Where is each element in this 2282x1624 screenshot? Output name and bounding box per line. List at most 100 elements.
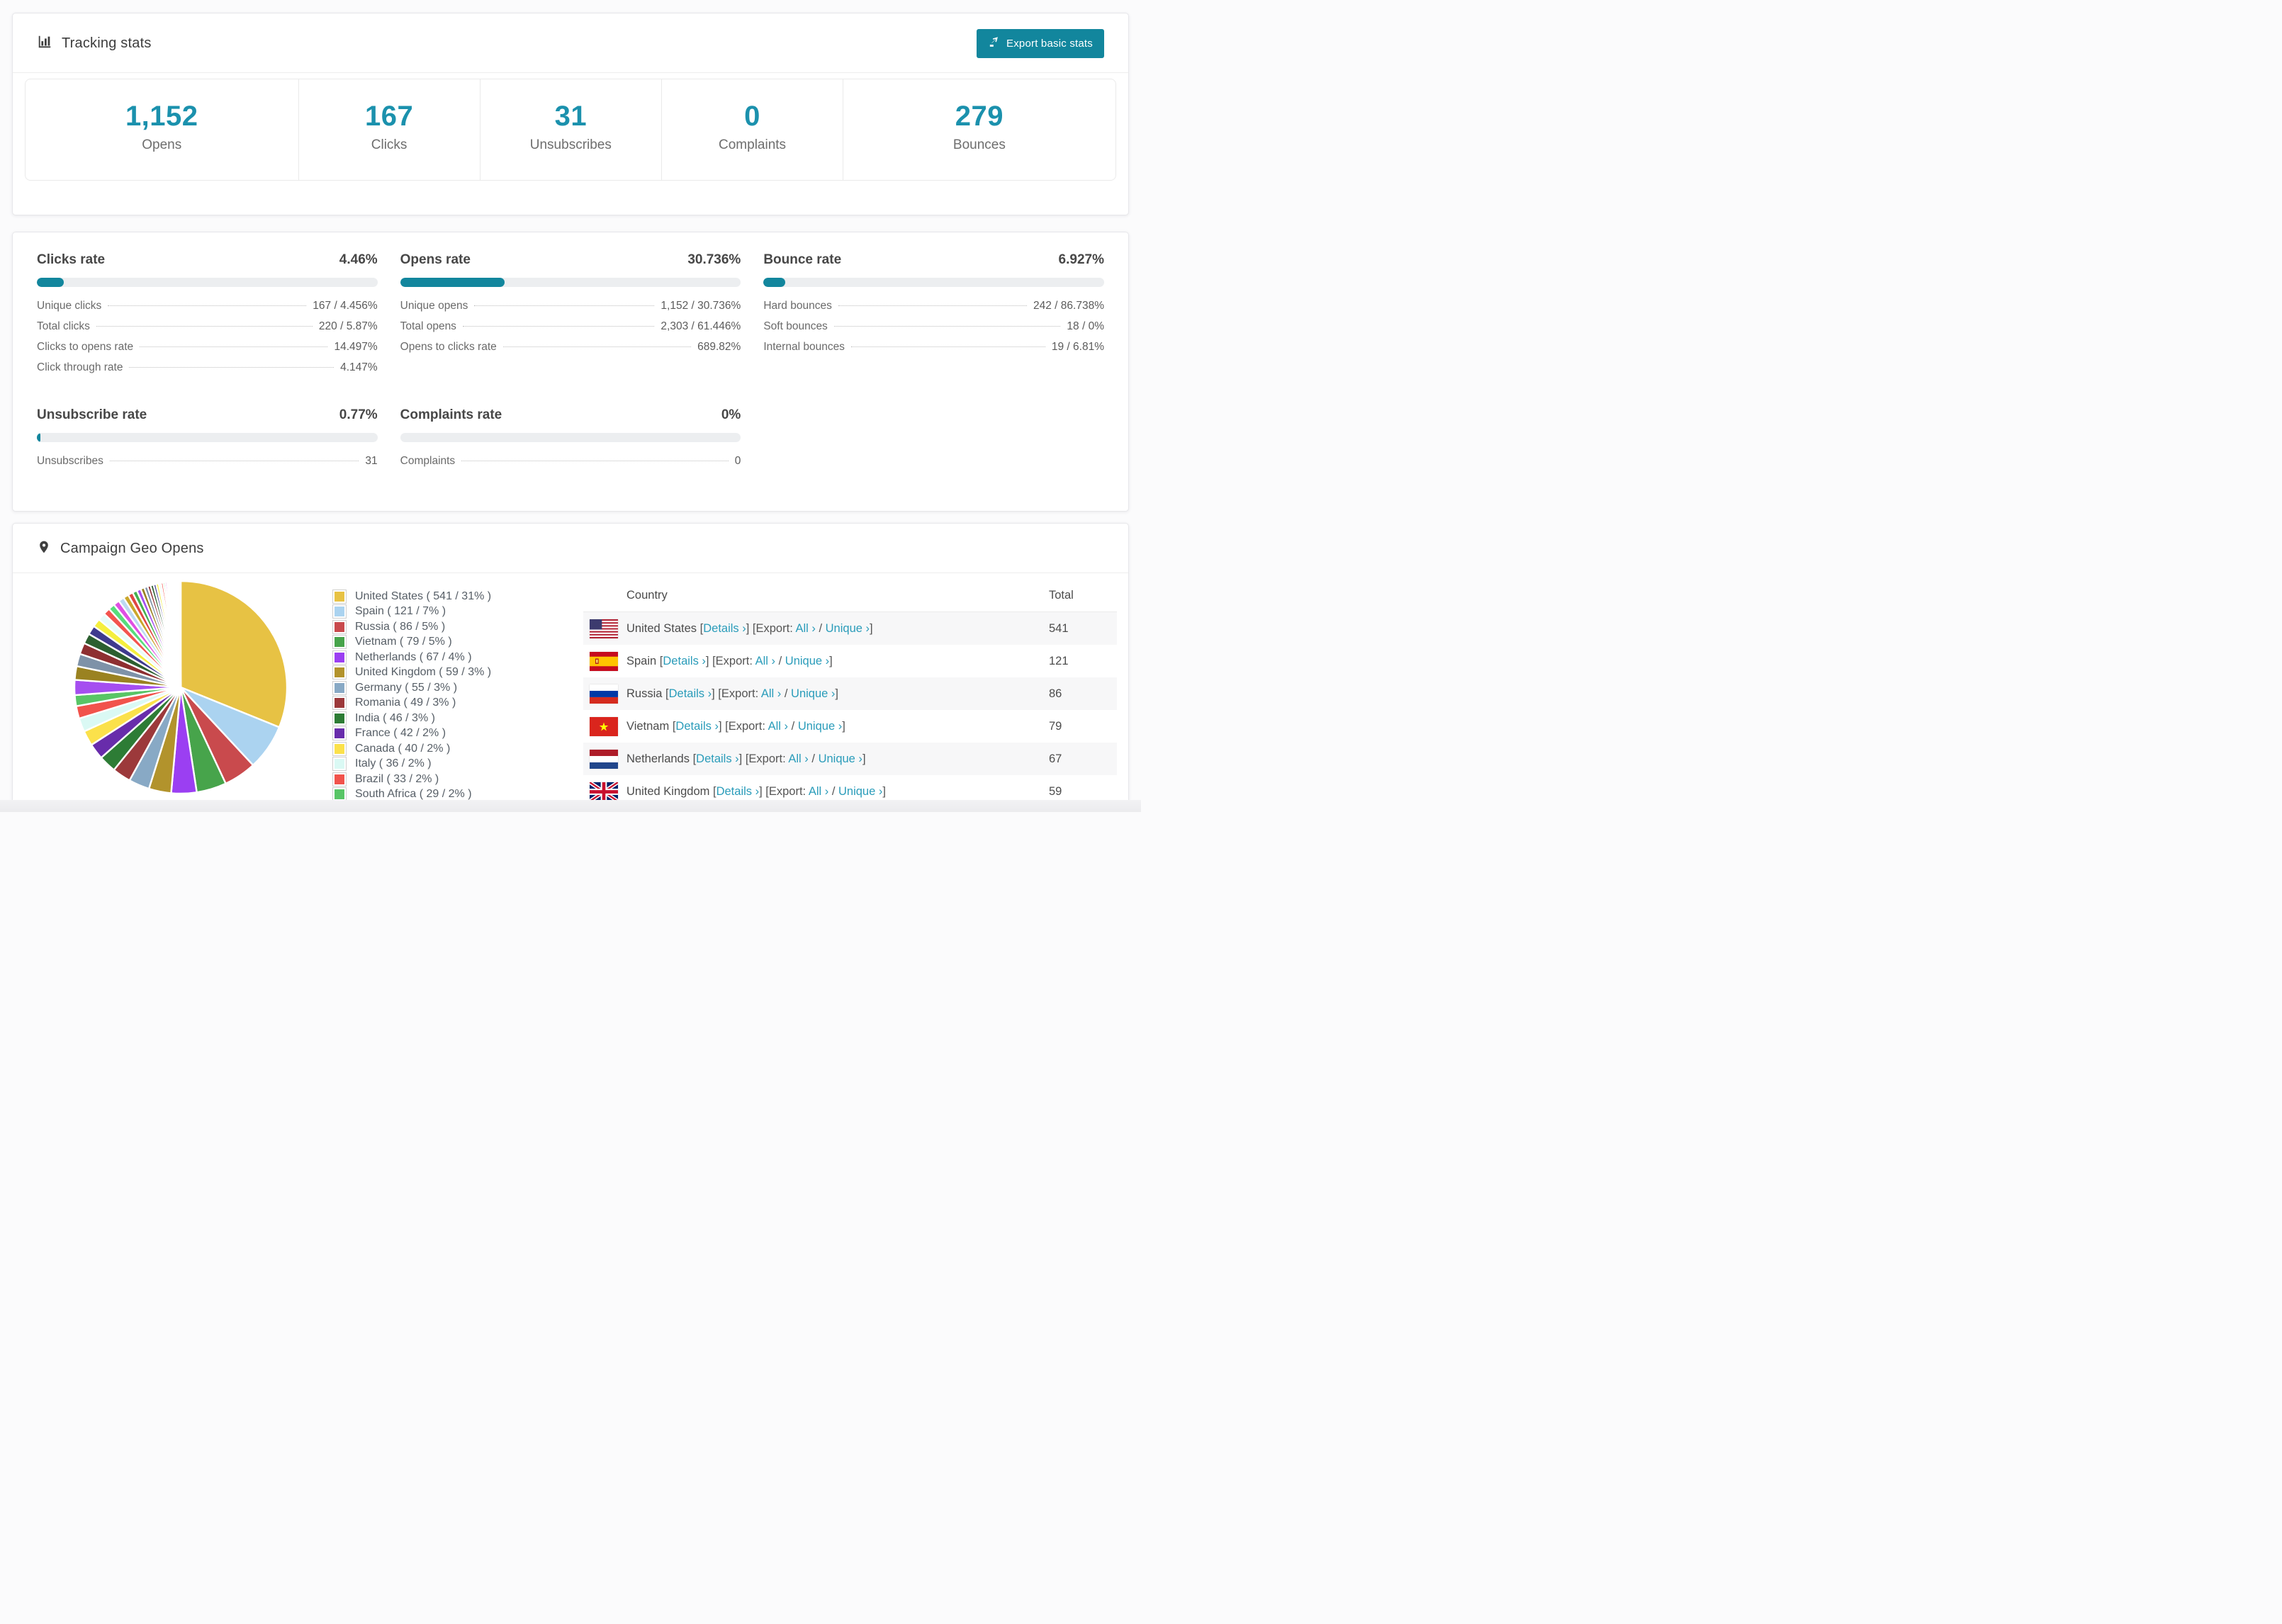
legend-item: Vietnam ( 79 / 5% ): [332, 635, 545, 650]
legend-item: Spain ( 121 / 7% ): [332, 604, 545, 620]
stat-opens: 1,152 Opens: [26, 79, 298, 180]
geo-table: Country Total United States [Details ›] …: [583, 579, 1117, 812]
export-all-link[interactable]: All ›: [755, 655, 775, 667]
export-unique-link[interactable]: Unique ›: [819, 752, 862, 765]
country-cell: Russia [Details ›] [Export: All › / Uniq…: [626, 687, 838, 700]
es-flag-icon: [590, 651, 618, 671]
details-link[interactable]: Details ›: [703, 622, 746, 635]
dotted-leader: [462, 326, 655, 327]
country-cell: Netherlands [Details ›] [Export: All › /…: [626, 752, 866, 765]
dotted-leader: [140, 346, 328, 347]
geo-table-row: Russia [Details ›] [Export: All › / Uniq…: [583, 677, 1117, 710]
gb-flag-icon: [590, 782, 618, 801]
export-all-link[interactable]: All ›: [761, 687, 781, 700]
export-all-link[interactable]: All ›: [795, 622, 815, 635]
details-link[interactable]: Details ›: [669, 687, 712, 700]
unsubscribe-rate-block: Unsubscribe rate 0.77% Unsubscribes 31: [37, 407, 378, 475]
export-unique-link[interactable]: Unique ›: [791, 687, 835, 700]
opens-rate-block: Opens rate 30.736% Unique opens 1,152 / 3…: [400, 252, 741, 382]
rate-detail-row: Complaints 0: [400, 455, 741, 467]
page-bottom-shadow: [0, 800, 1141, 812]
unsubscribe-rate-title: Unsubscribe rate: [37, 407, 147, 422]
country-cell: Spain [Details ›] [Export: All › / Uniqu…: [626, 654, 833, 667]
legend-item: Canada ( 40 / 2% ): [332, 741, 545, 757]
details-link[interactable]: Details ›: [696, 752, 739, 765]
bar-chart-icon: [37, 34, 52, 53]
country-cell: Vietnam [Details ›] [Export: All › / Uni…: [626, 719, 845, 733]
export-all-link[interactable]: All ›: [809, 785, 828, 798]
stat-bounces-value: 279: [955, 101, 1004, 132]
stat-clicks: 167 Clicks: [298, 79, 480, 180]
total-cell: 86: [1049, 687, 1062, 700]
vn-flag-icon: [590, 716, 618, 736]
legend-swatch-icon: [332, 711, 347, 726]
export-unique-link[interactable]: Unique ›: [798, 720, 842, 733]
export-all-link[interactable]: All ›: [768, 720, 788, 733]
details-link[interactable]: Details ›: [716, 785, 760, 798]
page-title: Tracking stats: [62, 35, 152, 51]
geo-table-row: Vietnam [Details ›] [Export: All › / Uni…: [583, 710, 1117, 743]
stat-clicks-value: 167: [364, 101, 414, 132]
map-pin-icon: [37, 539, 51, 558]
rate-detail-row: Opens to clicks rate 689.82%: [400, 341, 741, 353]
stat-unsubscribes-value: 31: [554, 101, 588, 132]
clicks-rate-block: Clicks rate 4.46% Unique clicks 167 / 4.4…: [37, 252, 378, 382]
stat-complaints: 0 Complaints: [661, 79, 843, 180]
legend-item: United States ( 541 / 31% ): [332, 589, 545, 604]
legend-swatch-icon: [332, 696, 347, 711]
legend-swatch-icon: [332, 726, 347, 741]
summary-stats-box: 1,152 Opens 167 Clicks 31 Unsubscribes 0…: [25, 79, 1116, 181]
rate-detail-row: Click through rate 4.147%: [37, 361, 378, 373]
stat-opens-value: 1,152: [125, 101, 198, 132]
bounce-rate-bar: [763, 278, 1104, 287]
geo-legend: United States ( 541 / 31% ) Spain ( 121 /…: [332, 589, 545, 802]
nl-flag-icon: [590, 749, 618, 769]
total-cell: 541: [1049, 621, 1069, 635]
clicks-rate-bar: [37, 278, 378, 287]
export-basic-stats-button[interactable]: Export basic stats: [977, 29, 1104, 58]
total-cell: 79: [1049, 719, 1062, 733]
column-total: Total: [1049, 588, 1074, 602]
stat-complaints-label: Complaints: [719, 137, 787, 152]
rate-detail-row: Total clicks 220 / 5.87%: [37, 320, 378, 332]
clicks-rate-title: Clicks rate: [37, 252, 106, 267]
rate-detail-row: Total opens 2,303 / 61.446%: [400, 320, 741, 332]
complaints-rate-title: Complaints rate: [400, 407, 502, 422]
stat-bounces-label: Bounces: [952, 137, 1006, 152]
geo-table-row: United States [Details ›] [Export: All ›…: [583, 612, 1117, 645]
divider: [13, 72, 1128, 73]
legend-swatch-icon: [332, 741, 347, 756]
dotted-leader: [850, 346, 1045, 347]
geo-table-header: Country Total: [583, 579, 1117, 612]
dotted-leader: [838, 305, 1027, 306]
legend-item: Netherlands ( 67 / 4% ): [332, 650, 545, 665]
legend-swatch-icon: [332, 635, 347, 650]
legend-swatch-icon: [332, 772, 347, 786]
rate-detail-row: Internal bounces 19 / 6.81%: [763, 341, 1104, 353]
rate-detail-row: Unique opens 1,152 / 30.736%: [400, 300, 741, 312]
export-unique-link[interactable]: Unique ›: [826, 622, 870, 635]
opens-rate-bar: [400, 278, 741, 287]
pie-slice-other[interactable]: [179, 580, 182, 689]
geo-title: Campaign Geo Opens: [60, 541, 204, 556]
export-all-link[interactable]: All ›: [788, 752, 808, 765]
stat-unsubscribes-label: Unsubscribes: [529, 137, 612, 152]
legend-item: France ( 42 / 2% ): [332, 726, 545, 742]
stat-opens-label: Opens: [142, 137, 182, 152]
rate-detail-row: Hard bounces 242 / 86.738%: [763, 300, 1104, 312]
stat-complaints-value: 0: [744, 101, 760, 132]
stat-unsubscribes: 31 Unsubscribes: [479, 79, 661, 180]
legend-item: Italy ( 36 / 2% ): [332, 757, 545, 772]
dotted-leader: [502, 346, 692, 347]
legend-swatch-icon: [332, 604, 347, 619]
dotted-leader: [129, 367, 335, 368]
legend-swatch-icon: [332, 589, 347, 604]
details-link[interactable]: Details ›: [675, 720, 719, 733]
column-country: Country: [626, 588, 668, 602]
stat-clicks-label: Clicks: [371, 137, 408, 152]
legend-swatch-icon: [332, 757, 347, 772]
export-unique-link[interactable]: Unique ›: [785, 655, 829, 667]
details-link[interactable]: Details ›: [663, 655, 706, 667]
legend-swatch-icon: [332, 619, 347, 634]
export-unique-link[interactable]: Unique ›: [838, 785, 882, 798]
